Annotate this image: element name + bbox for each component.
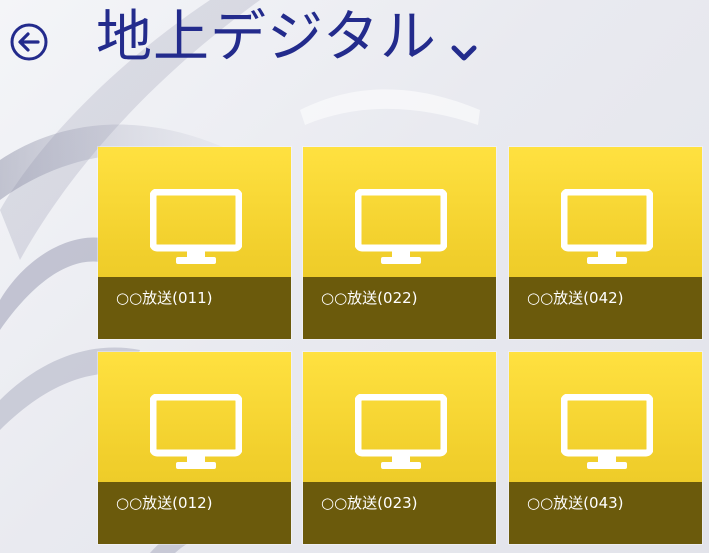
tv-icon (150, 189, 242, 264)
tile-caption: ○○放送(042) (509, 277, 702, 339)
tile-label: ○○放送(023) (321, 494, 418, 512)
channel-tile[interactable]: ○○放送(011) (98, 147, 291, 339)
tile-caption: ○○放送(012) (98, 482, 291, 544)
tile-label: ○○放送(012) (116, 494, 213, 512)
chevron-down-icon (451, 45, 477, 61)
tv-icon (561, 394, 653, 469)
tile-label: ○○放送(042) (527, 289, 624, 307)
back-arrow-icon (10, 23, 48, 61)
back-button[interactable] (9, 22, 49, 62)
channel-tile[interactable]: ○○放送(023) (303, 352, 496, 544)
title-dropdown[interactable] (448, 40, 480, 66)
tile-label: ○○放送(043) (527, 494, 624, 512)
page-title: 地上デジタル (96, 5, 437, 70)
channel-tile[interactable]: ○○放送(043) (509, 352, 702, 544)
channel-tile[interactable]: ○○放送(022) (303, 147, 496, 339)
channel-tile[interactable]: ○○放送(012) (98, 352, 291, 544)
channel-tile[interactable]: ○○放送(042) (509, 147, 702, 339)
tile-label: ○○放送(011) (116, 289, 213, 307)
tile-label: ○○放送(022) (321, 289, 418, 307)
tv-icon (561, 189, 653, 264)
tv-icon (355, 189, 447, 264)
header: 地上デジタル (0, 0, 709, 90)
tile-caption: ○○放送(011) (98, 277, 291, 339)
tile-caption: ○○放送(022) (303, 277, 496, 339)
tile-caption: ○○放送(043) (509, 482, 702, 544)
tv-icon (355, 394, 447, 469)
tv-icon (150, 394, 242, 469)
tile-caption: ○○放送(023) (303, 482, 496, 544)
